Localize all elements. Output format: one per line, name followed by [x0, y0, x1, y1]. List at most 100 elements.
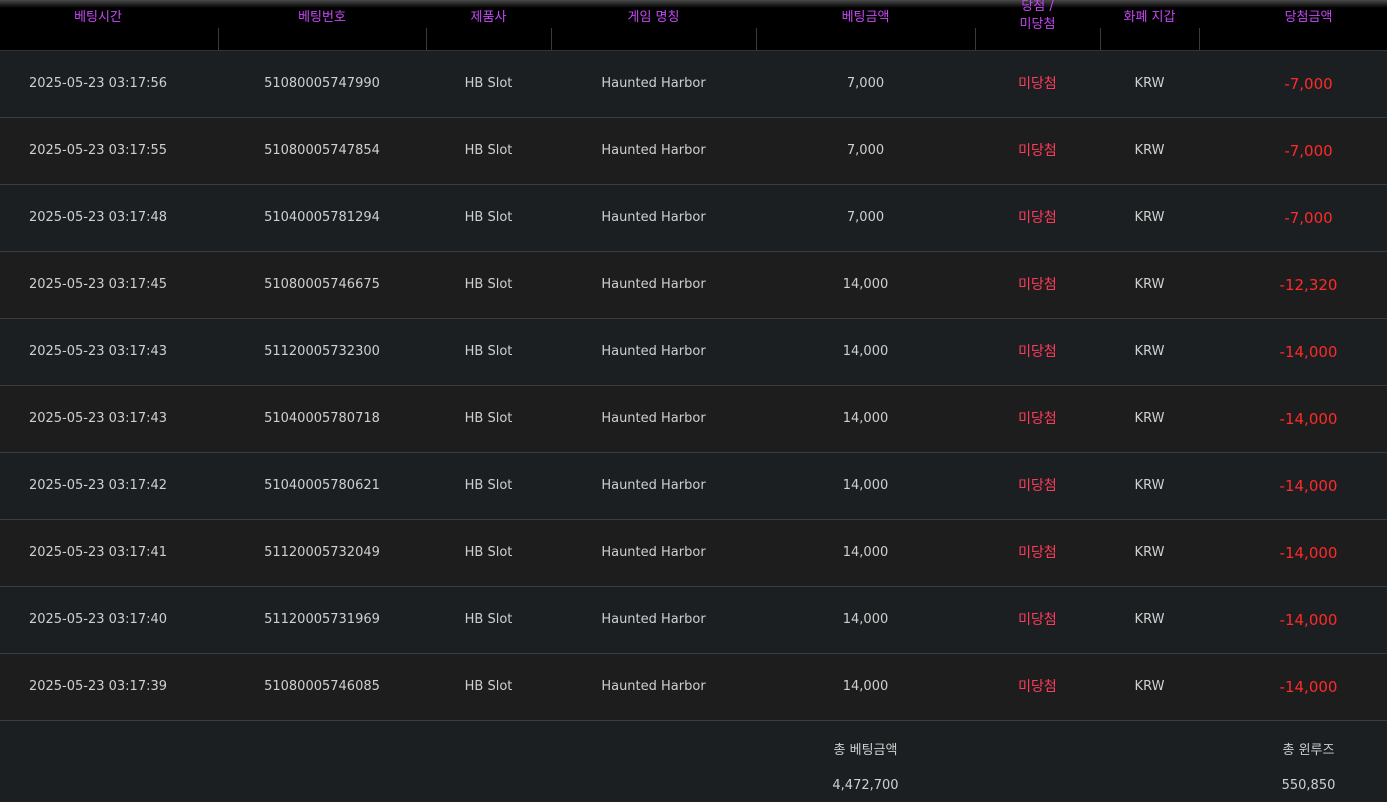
- table-row[interactable]: 2025-05-23 03:17:39 51080005746085 HB Sl…: [0, 654, 1387, 721]
- cell-provider: HB Slot: [464, 679, 513, 694]
- cell-win-amount: -14,000: [1279, 343, 1338, 361]
- cell-game-name: Haunted Harbor: [601, 76, 706, 91]
- cell-game-name: Haunted Harbor: [601, 411, 706, 426]
- header-game-name: 게임 명칭: [627, 10, 680, 25]
- cell-win-amount: -7,000: [1284, 142, 1333, 160]
- cell-win-amount: -14,000: [1279, 544, 1338, 562]
- cell-game-name: Haunted Harbor: [601, 545, 706, 560]
- cell-bet-amount: 14,000: [842, 478, 889, 493]
- cell-bet-amount: 7,000: [846, 143, 885, 158]
- cell-game-name: Haunted Harbor: [601, 478, 706, 493]
- header-divider: [426, 28, 427, 50]
- cell-currency: KRW: [1134, 478, 1165, 493]
- header-result-line2: 미당첨: [1019, 17, 1056, 32]
- cell-bet-time: 2025-05-23 03:17:41: [28, 545, 168, 560]
- cell-provider: HB Slot: [464, 76, 513, 91]
- cell-game-name: Haunted Harbor: [601, 210, 706, 225]
- cell-bet-time: 2025-05-23 03:17:40: [28, 612, 168, 627]
- cell-currency: KRW: [1134, 679, 1165, 694]
- cell-result-status: 미당첨: [1018, 344, 1057, 360]
- cell-result-status: 미당첨: [1018, 478, 1057, 494]
- header-divider: [1100, 28, 1101, 50]
- cell-bet-number: 51080005747990: [264, 76, 380, 91]
- cell-win-amount: -14,000: [1279, 477, 1338, 495]
- header-divider: [218, 28, 219, 50]
- cell-bet-number: 51040005780718: [264, 411, 380, 426]
- table-header: 베팅시간 베팅번호 제품사 게임 명칭 베팅금액 당첨 / 미당첨 화폐 지갑 …: [0, 0, 1387, 51]
- cell-bet-number: 51080005747854: [264, 143, 380, 158]
- cell-bet-amount: 14,000: [842, 545, 889, 560]
- cell-win-amount: -7,000: [1284, 75, 1333, 93]
- cell-bet-amount: 14,000: [842, 411, 889, 426]
- bet-history-page: 베팅시간 베팅번호 제품사 게임 명칭 베팅금액 당첨 / 미당첨 화폐 지갑 …: [0, 0, 1387, 802]
- cell-result-status: 미당첨: [1018, 545, 1057, 561]
- cell-bet-number: 51080005746675: [264, 277, 380, 292]
- cell-bet-number: 51120005732049: [264, 545, 380, 560]
- header-divider: [975, 28, 976, 50]
- cell-provider: HB Slot: [464, 478, 513, 493]
- table-row[interactable]: 2025-05-23 03:17:42 51040005780621 HB Sl…: [0, 453, 1387, 520]
- header-currency: 화폐 지갑: [1123, 10, 1176, 25]
- table-row[interactable]: 2025-05-23 03:17:56 51080005747990 HB Sl…: [0, 51, 1387, 118]
- cell-currency: KRW: [1134, 277, 1165, 292]
- header-divider: [756, 28, 757, 50]
- header-bet-time: 베팅시간: [74, 10, 122, 25]
- header-provider: 제품사: [470, 10, 507, 25]
- cell-bet-amount: 14,000: [842, 612, 889, 627]
- cell-currency: KRW: [1134, 545, 1165, 560]
- cell-bet-number: 51080005746085: [264, 679, 380, 694]
- cell-game-name: Haunted Harbor: [601, 679, 706, 694]
- table-row[interactable]: 2025-05-23 03:17:55 51080005747854 HB Sl…: [0, 118, 1387, 185]
- header-win-amount: 당첨금액: [1284, 10, 1333, 25]
- cell-provider: HB Slot: [464, 210, 513, 225]
- cell-bet-number: 51040005780621: [264, 478, 380, 493]
- cell-win-amount: -14,000: [1279, 611, 1338, 629]
- cell-provider: HB Slot: [464, 545, 513, 560]
- cell-provider: HB Slot: [464, 277, 513, 292]
- cell-bet-number: 51120005731969: [264, 612, 380, 627]
- cell-bet-time: 2025-05-23 03:17:55: [28, 143, 168, 158]
- cell-currency: KRW: [1134, 143, 1165, 158]
- header-bet-amount: 베팅금액: [841, 10, 890, 25]
- cell-bet-time: 2025-05-23 03:17:43: [28, 344, 168, 359]
- total-winloss-label: 총 윈루즈: [1282, 743, 1335, 758]
- cell-currency: KRW: [1134, 344, 1165, 359]
- table-row[interactable]: 2025-05-23 03:17:40 51120005731969 HB Sl…: [0, 587, 1387, 654]
- cell-bet-amount: 7,000: [846, 76, 885, 91]
- cell-bet-time: 2025-05-23 03:17:45: [28, 277, 168, 292]
- cell-result-status: 미당첨: [1018, 612, 1057, 628]
- table-row[interactable]: 2025-05-23 03:17:45 51080005746675 HB Sl…: [0, 252, 1387, 319]
- cell-bet-time: 2025-05-23 03:17:56: [28, 76, 168, 91]
- cell-currency: KRW: [1134, 612, 1165, 627]
- cell-currency: KRW: [1134, 210, 1165, 225]
- cell-result-status: 미당첨: [1018, 143, 1057, 159]
- header-result-line1: 당첨 /: [1021, 0, 1054, 14]
- cell-bet-time: 2025-05-23 03:17:48: [28, 210, 168, 225]
- cell-provider: HB Slot: [464, 143, 513, 158]
- cell-result-status: 미당첨: [1018, 210, 1057, 226]
- cell-bet-amount: 7,000: [846, 210, 885, 225]
- cell-game-name: Haunted Harbor: [601, 277, 706, 292]
- table-row[interactable]: 2025-05-23 03:17:41 51120005732049 HB Sl…: [0, 520, 1387, 587]
- header-divider: [551, 28, 552, 50]
- cell-win-amount: -12,320: [1279, 276, 1338, 294]
- cell-currency: KRW: [1134, 411, 1165, 426]
- table-row[interactable]: 2025-05-23 03:17:48 51040005781294 HB Sl…: [0, 185, 1387, 252]
- cell-bet-amount: 14,000: [842, 679, 889, 694]
- cell-bet-amount: 14,000: [842, 277, 889, 292]
- table-row[interactable]: 2025-05-23 03:17:43 51040005780718 HB Sl…: [0, 386, 1387, 453]
- cell-bet-number: 51120005732300: [264, 344, 380, 359]
- cell-provider: HB Slot: [464, 612, 513, 627]
- total-winloss-value: 550,850: [1281, 778, 1336, 793]
- cell-win-amount: -7,000: [1284, 209, 1333, 227]
- cell-win-amount: -14,000: [1279, 678, 1338, 696]
- table-row[interactable]: 2025-05-23 03:17:43 51120005732300 HB Sl…: [0, 319, 1387, 386]
- cell-result-status: 미당첨: [1018, 277, 1057, 293]
- cell-result-status: 미당첨: [1018, 411, 1057, 427]
- cell-bet-number: 51040005781294: [264, 210, 380, 225]
- cell-provider: HB Slot: [464, 344, 513, 359]
- cell-bet-time: 2025-05-23 03:17:39: [28, 679, 168, 694]
- cell-game-name: Haunted Harbor: [601, 143, 706, 158]
- cell-bet-time: 2025-05-23 03:17:42: [28, 478, 168, 493]
- header-divider: [1199, 28, 1200, 50]
